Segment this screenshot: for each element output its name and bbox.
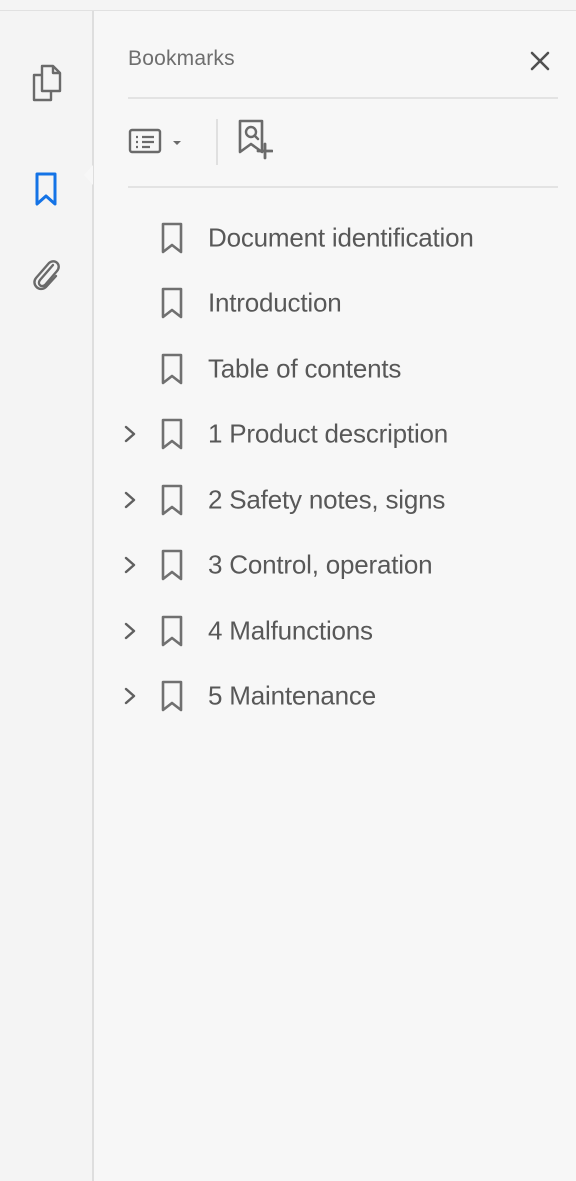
bookmark-icon bbox=[158, 351, 186, 387]
bookmarks-toolbar bbox=[128, 111, 558, 173]
bookmark-item[interactable]: 4 Malfunctions bbox=[94, 598, 576, 664]
bookmark-icon bbox=[158, 285, 186, 321]
options-menu-button[interactable] bbox=[128, 121, 208, 165]
header-divider bbox=[128, 97, 558, 99]
bookmark-label: 4 Malfunctions bbox=[208, 615, 373, 646]
bookmark-icon bbox=[158, 678, 186, 714]
bookmark-item[interactable]: Introduction bbox=[94, 271, 576, 337]
panel-header: Bookmarks bbox=[128, 43, 558, 87]
bookmarks-list: Document identification Introduction Tab… bbox=[94, 205, 576, 729]
new-bookmark-button[interactable] bbox=[232, 117, 276, 167]
caret-down-icon bbox=[172, 134, 182, 152]
bookmark-label: 5 Maintenance bbox=[208, 680, 376, 711]
options-icon bbox=[128, 127, 162, 160]
bookmark-item[interactable]: 5 Maintenance bbox=[94, 664, 576, 730]
top-border bbox=[0, 0, 576, 11]
toolbar-divider-bottom bbox=[128, 186, 558, 188]
bookmark-item[interactable]: Table of contents bbox=[94, 336, 576, 402]
bookmark-icon bbox=[158, 220, 186, 256]
expand-chevron-icon[interactable] bbox=[120, 621, 140, 641]
bookmark-label: 1 Product description bbox=[208, 418, 449, 449]
bookmarks-sidebar-window: Bookmarks Document identification Introd… bbox=[0, 0, 576, 1181]
toolbar-divider bbox=[216, 119, 218, 165]
pages-icon bbox=[29, 63, 63, 103]
bookmark-label: 2 Safety notes, signs bbox=[208, 484, 446, 515]
expand-chevron-icon[interactable] bbox=[120, 424, 140, 444]
bookmark-icon bbox=[158, 416, 186, 452]
bookmark-item[interactable]: Document identification bbox=[94, 205, 576, 271]
tool-rail bbox=[0, 11, 94, 1181]
bookmarks-panel: Bookmarks Document identification Introd… bbox=[94, 11, 576, 1181]
bookmarks-button[interactable] bbox=[22, 165, 70, 213]
expand-chevron-icon[interactable] bbox=[120, 555, 140, 575]
close-panel-button[interactable] bbox=[522, 45, 558, 81]
bookmark-icon bbox=[158, 613, 186, 649]
close-icon bbox=[529, 50, 551, 77]
bookmark-label: Document identification bbox=[208, 222, 474, 253]
bookmark-icon bbox=[158, 482, 186, 518]
active-tab-pointer bbox=[84, 165, 93, 185]
pages-button[interactable] bbox=[22, 59, 70, 107]
bookmark-item[interactable]: 3 Control, operation bbox=[94, 533, 576, 599]
bookmark-item[interactable]: 2 Safety notes, signs bbox=[94, 467, 576, 533]
panel-title: Bookmarks bbox=[128, 47, 235, 70]
expand-chevron-icon[interactable] bbox=[120, 490, 140, 510]
expand-chevron-icon[interactable] bbox=[120, 686, 140, 706]
new-bookmark-icon bbox=[235, 118, 274, 167]
bookmark-label: Table of contents bbox=[208, 353, 402, 384]
bookmark-item[interactable]: 1 Product description bbox=[94, 402, 576, 468]
bookmark-label: Introduction bbox=[208, 287, 342, 318]
bookmark-icon bbox=[33, 171, 59, 207]
attachments-button[interactable] bbox=[22, 251, 70, 299]
bookmark-icon bbox=[158, 547, 186, 583]
bookmark-label: 3 Control, operation bbox=[208, 549, 433, 580]
paperclip-icon bbox=[29, 256, 63, 294]
